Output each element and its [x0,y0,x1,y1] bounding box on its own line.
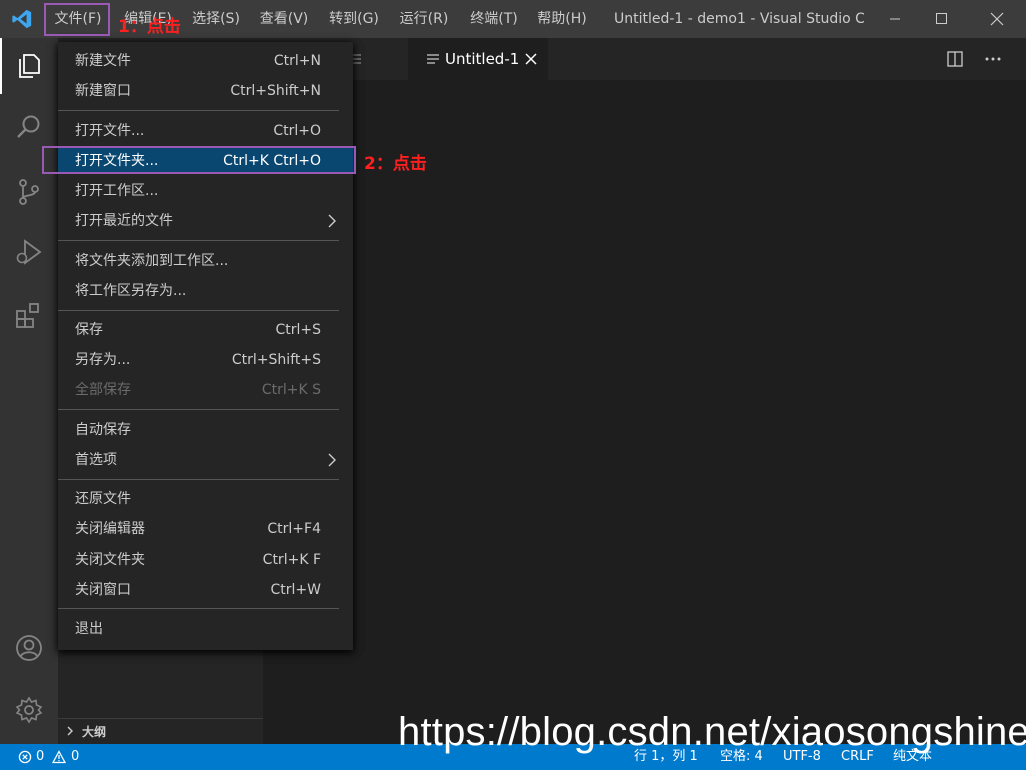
watermark-url: https://blog.csdn.net/xiaosongshine [398,710,1026,754]
menu-item-label: 关闭文件夹 [75,552,145,568]
menu-item-label: 新建文件 [75,53,131,69]
menu-separator [58,310,339,311]
plain-text-file-icon [427,54,439,64]
menu-separator [58,240,339,241]
window-close-button[interactable] [974,0,1020,38]
tab-untitled-1[interactable]: Untitled-1 [408,38,548,80]
outline-section-header[interactable]: 大纲 [58,718,263,745]
menu-item-label: 关闭窗口 [75,582,131,598]
chevron-right-icon [67,726,73,736]
menu-item-new-file[interactable]: 新建文件 Ctrl+N [58,46,353,76]
menu-item-shortcut: Ctrl+Shift+S [231,352,321,368]
explorer-icon[interactable] [13,49,45,81]
window-title: Untitled-1 - demo1 - Visual Studio C... [614,11,864,27]
menu-item-close-editor[interactable]: 关闭编辑器 Ctrl+F4 [58,514,353,544]
menu-run[interactable]: 运行(R) [392,0,456,38]
menu-item-open-file[interactable]: 打开文件... Ctrl+O [58,116,353,146]
vscode-logo-icon [12,9,32,29]
menu-item-label: 将工作区另存为... [75,283,187,299]
minimize-button[interactable] [872,0,918,38]
tab-label: Untitled-1 [445,50,520,68]
menu-separator [58,409,339,410]
menu-item-new-window[interactable]: 新建窗口 Ctrl+Shift+N [58,76,353,106]
run-debug-icon[interactable] [13,236,45,268]
activity-bar [0,38,58,744]
menu-view[interactable]: 查看(V) [252,0,316,38]
chevron-right-icon [328,453,336,467]
menu-item-shortcut: Ctrl+K F [262,552,321,568]
menu-item-preferences[interactable]: 首选项 [58,445,353,475]
extensions-icon[interactable] [13,299,45,331]
menu-item-shortcut: Ctrl+Shift+N [230,83,321,99]
menu-item-label: 退出 [75,621,103,637]
warning-count[interactable]: 0 [71,744,79,770]
file-menu: 新建文件 Ctrl+N 新建窗口 Ctrl+Shift+N 打开文件... Ct… [58,42,353,650]
warning-icon[interactable] [52,750,66,764]
menu-terminal[interactable]: 终端(T) [462,0,526,38]
menu-selection[interactable]: 选择(S) [184,0,248,38]
menu-item-revert-file[interactable]: 还原文件 [58,484,353,514]
error-count[interactable]: 0 [36,744,44,770]
menu-item-add-folder-to-workspace[interactable]: 将文件夹添加到工作区... [58,246,353,276]
menu-separator [58,479,339,480]
menu-separator [58,110,339,111]
menu-item-save-as[interactable]: 另存为... Ctrl+Shift+S [58,345,353,375]
menu-item-label: 首选项 [75,452,117,468]
menu-item-label: 保存 [75,322,103,338]
menu-item-label: 将文件夹添加到工作区... [75,253,229,269]
menu-item-shortcut: Ctrl+K S [261,382,321,398]
annotation-step2: 2：点击 [364,154,427,174]
source-control-icon[interactable] [13,176,45,208]
close-icon[interactable] [524,52,538,66]
menu-item-label: 还原文件 [75,491,131,507]
chevron-right-icon [328,214,336,228]
menu-item-shortcut: Ctrl+N [273,53,321,69]
menu-item-label: 全部保存 [75,382,131,398]
menu-item-label: 自动保存 [75,422,131,438]
menu-item-close-window[interactable]: 关闭窗口 Ctrl+W [58,575,353,605]
menu-item-save-all: 全部保存 Ctrl+K S [58,375,353,405]
minimize-icon [890,18,900,20]
editor-area[interactable] [263,80,1026,744]
menu-item-save-workspace-as[interactable]: 将工作区另存为... [58,276,353,306]
menu-item-label: 关闭编辑器 [75,521,145,537]
more-actions-icon[interactable] [984,50,1002,68]
search-icon[interactable] [13,111,45,143]
outline-label: 大纲 [82,725,107,739]
menu-item-label: 打开工作区... [75,183,159,199]
settings-gear-icon[interactable] [13,694,45,726]
maximize-button[interactable] [918,0,964,38]
annotation-box-step2 [42,146,356,174]
menu-item-close-folder[interactable]: 关闭文件夹 Ctrl+K F [58,545,353,575]
menu-separator [58,608,339,609]
close-icon [990,12,1004,26]
menu-item-save[interactable]: 保存 Ctrl+S [58,315,353,345]
maximize-icon [936,13,947,24]
account-icon[interactable] [13,632,45,664]
menu-item-shortcut: Ctrl+W [270,582,321,598]
split-editor-icon[interactable] [946,50,964,68]
active-view-indicator [0,38,2,94]
editor-tab-bar [263,38,1026,80]
annotation-box-step1 [44,3,110,36]
annotation-step1: 1：点击 [118,17,181,37]
menu-item-label: 打开最近的文件 [75,213,173,229]
menu-help[interactable]: 帮助(H) [530,0,594,38]
menu-item-label: 新建窗口 [75,83,131,99]
menu-item-exit[interactable]: 退出 [58,614,353,644]
menu-item-shortcut: Ctrl+S [275,322,321,338]
menu-item-auto-save[interactable]: 自动保存 [58,415,353,445]
menu-item-open-workspace[interactable]: 打开工作区... [58,176,353,206]
menu-go[interactable]: 转到(G) [322,0,386,38]
error-icon[interactable] [18,750,32,764]
menu-item-label: 另存为... [75,352,131,368]
menu-item-open-recent[interactable]: 打开最近的文件 [58,206,353,236]
menu-item-shortcut: Ctrl+O [273,123,321,139]
menu-item-shortcut: Ctrl+F4 [267,521,321,537]
menu-item-label: 打开文件... [75,123,145,139]
